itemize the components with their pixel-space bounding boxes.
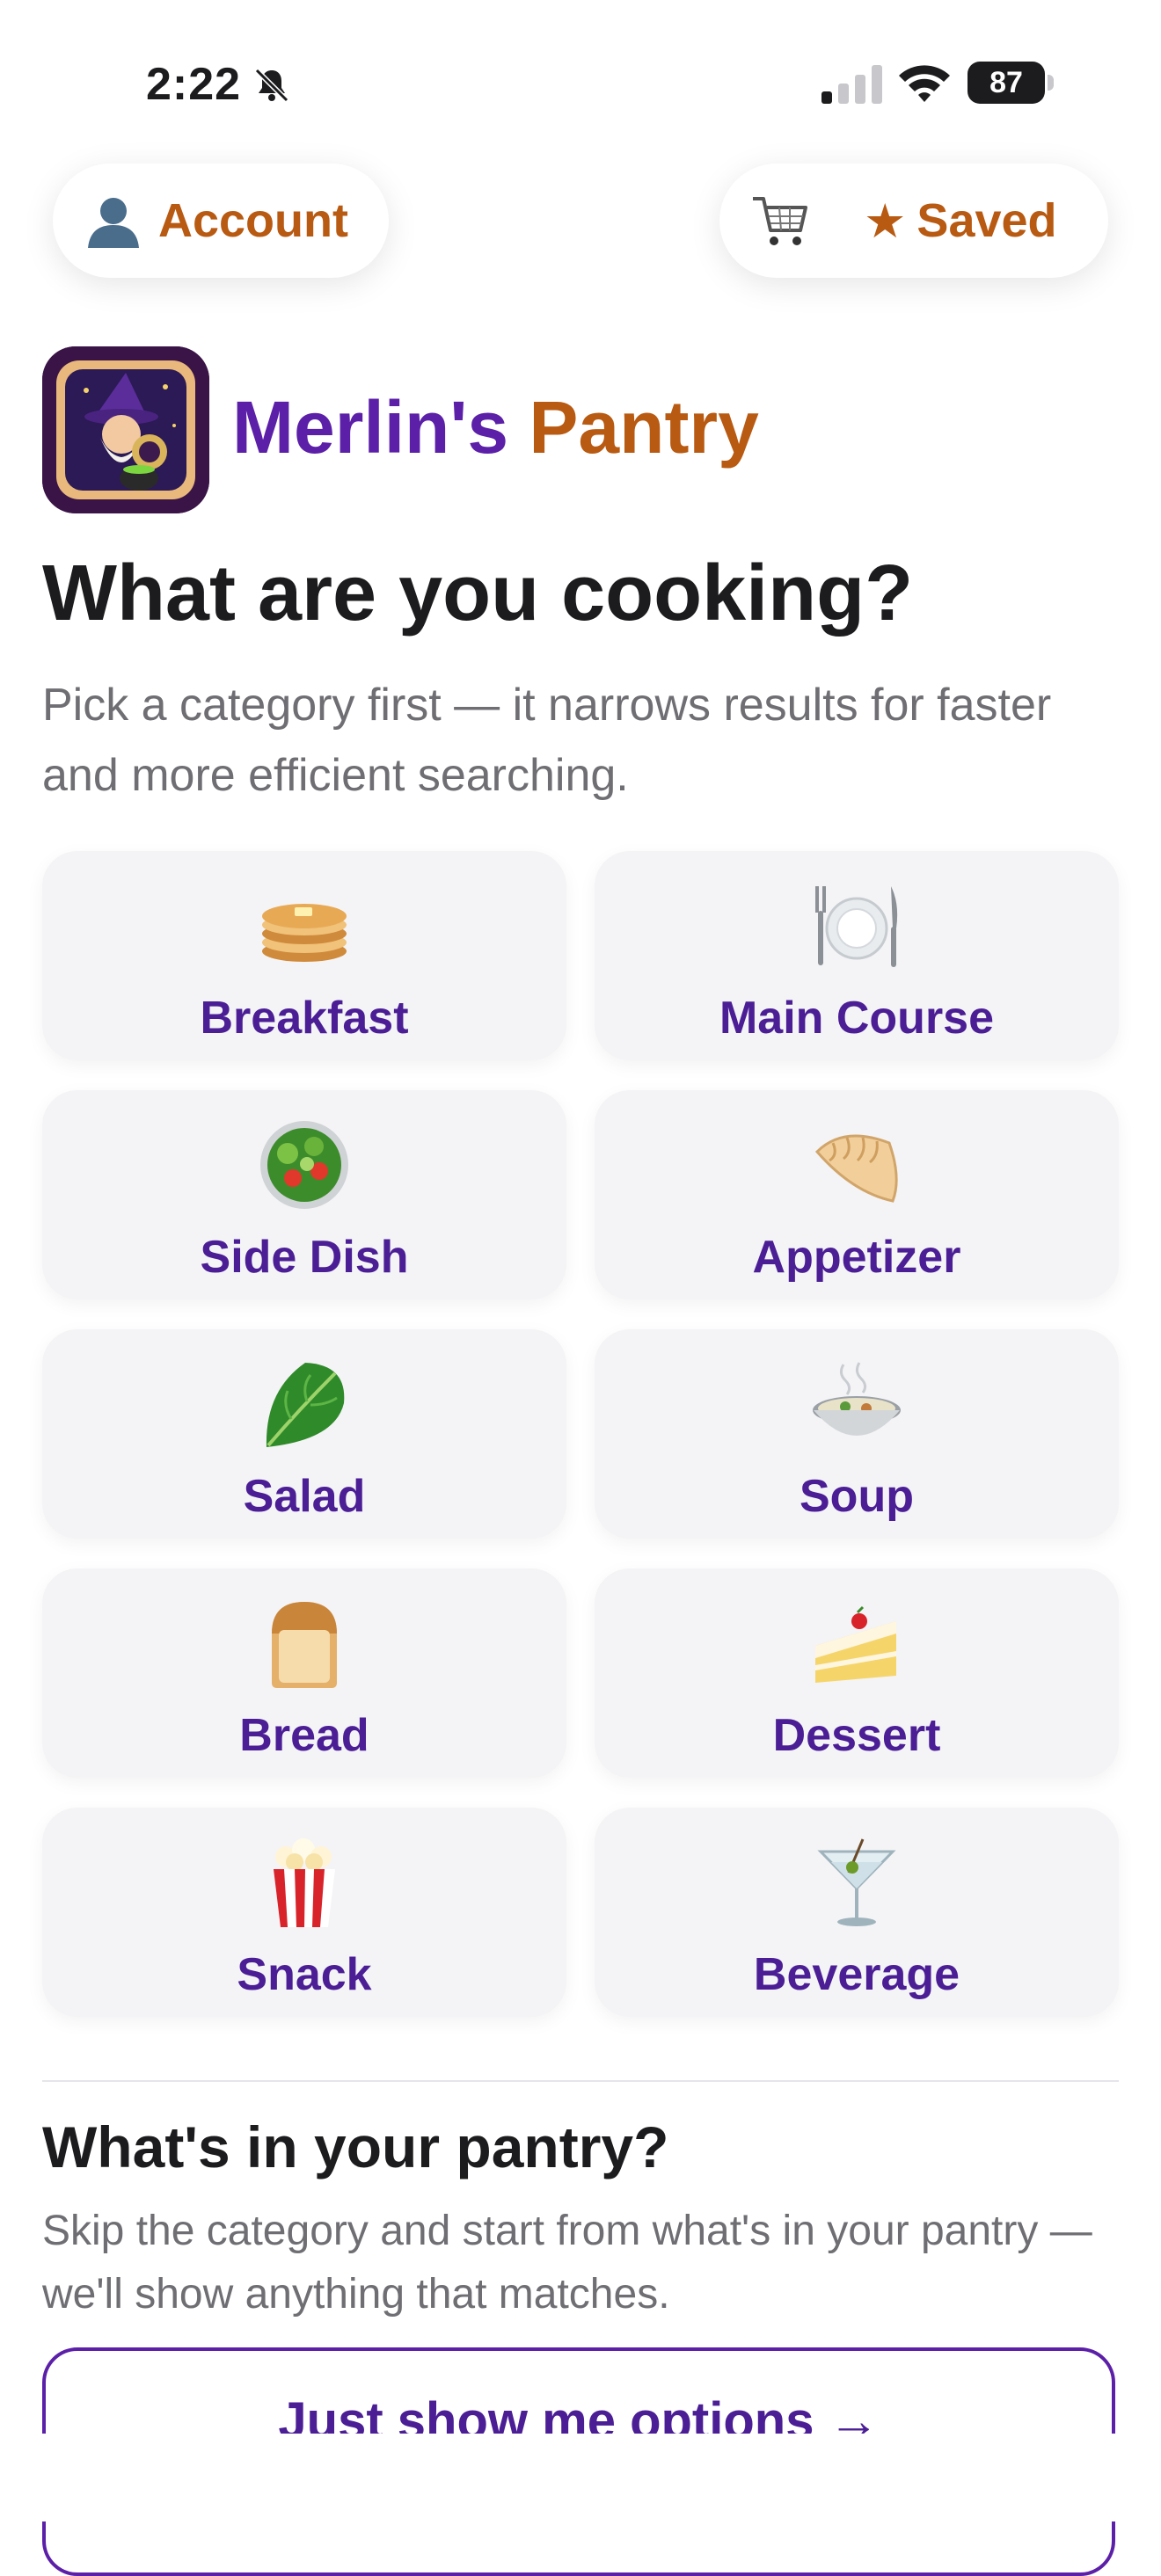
account-button[interactable]: Account <box>53 164 389 278</box>
bell-slash-icon <box>254 68 289 103</box>
popcorn-icon <box>274 1838 335 1927</box>
category-label: Salad <box>243 1471 366 1522</box>
brand-name-part1: Merlin's <box>232 386 509 469</box>
cocktail-glass-icon <box>817 1838 896 1926</box>
pancakes-icon <box>262 904 347 962</box>
battery-level: 87 <box>968 62 1045 104</box>
battery-indicator: 87 <box>968 62 1055 104</box>
page-subtitle: Pick a category first — it narrows resul… <box>42 680 1052 801</box>
person-icon <box>88 198 139 248</box>
saved-label: Saved <box>916 194 1057 247</box>
dumpling-icon <box>814 1134 898 1203</box>
battery-tip <box>1048 75 1054 91</box>
cake-slice-icon <box>815 1605 896 1683</box>
green-salad-bowl-icon <box>260 1121 348 1209</box>
category-label: Snack <box>237 1949 372 2000</box>
bread-icon <box>272 1602 337 1688</box>
category-label: Soup <box>800 1471 914 1522</box>
brand-name: Merlin's Pantry <box>232 385 759 470</box>
app-logo <box>42 346 209 513</box>
category-card-bread[interactable]: Bread <box>42 1568 566 1778</box>
status-time: 2:22 <box>146 59 242 110</box>
category-label: Dessert <box>772 1710 941 1761</box>
star-icon: ★ <box>864 194 907 248</box>
plate-fork-knife-icon <box>815 886 898 967</box>
category-card-side-dish[interactable]: Side Dish <box>42 1090 566 1299</box>
category-card-main-course[interactable]: Main Course <box>595 851 1119 1060</box>
category-card-snack[interactable]: Snack <box>42 1808 566 2017</box>
category-label: Main Course <box>719 993 995 1044</box>
brand-name-part2: Pantry <box>529 386 759 469</box>
pantry-section-subtitle: Skip the category and start from what's … <box>42 2208 1092 2318</box>
category-card-breakfast[interactable]: Breakfast <box>42 851 566 1060</box>
wifi-icon <box>899 65 950 102</box>
category-card-soup[interactable]: Soup <box>595 1329 1119 1539</box>
category-card-beverage[interactable]: Beverage <box>595 1808 1119 2017</box>
category-card-dessert[interactable]: Dessert <box>595 1568 1119 1778</box>
category-label: Bread <box>239 1710 369 1761</box>
section-divider <box>42 2080 1119 2082</box>
leafy-green-icon <box>266 1363 345 1447</box>
page-title: What are you cooking? <box>42 549 914 637</box>
saved-button[interactable]: ★ Saved <box>719 164 1108 278</box>
wizard-logo-icon <box>42 346 209 513</box>
steaming-bowl-icon <box>813 1362 901 1436</box>
status-bar: 2:22 87 <box>0 0 1161 167</box>
category-label: Breakfast <box>200 993 409 1044</box>
category-label: Beverage <box>753 1949 960 2000</box>
category-card-salad[interactable]: Salad <box>42 1329 566 1539</box>
category-card-appetizer[interactable]: Appetizer <box>595 1090 1119 1299</box>
bottom-safe-area <box>0 2434 1161 2521</box>
pantry-section-title: What's in your pantry? <box>42 2114 669 2179</box>
category-label: Appetizer <box>752 1232 961 1283</box>
cellular-signal-icon <box>821 65 882 104</box>
category-label: Side Dish <box>200 1232 409 1283</box>
shopping-cart-icon[interactable] <box>749 192 811 250</box>
account-label: Account <box>158 194 348 247</box>
